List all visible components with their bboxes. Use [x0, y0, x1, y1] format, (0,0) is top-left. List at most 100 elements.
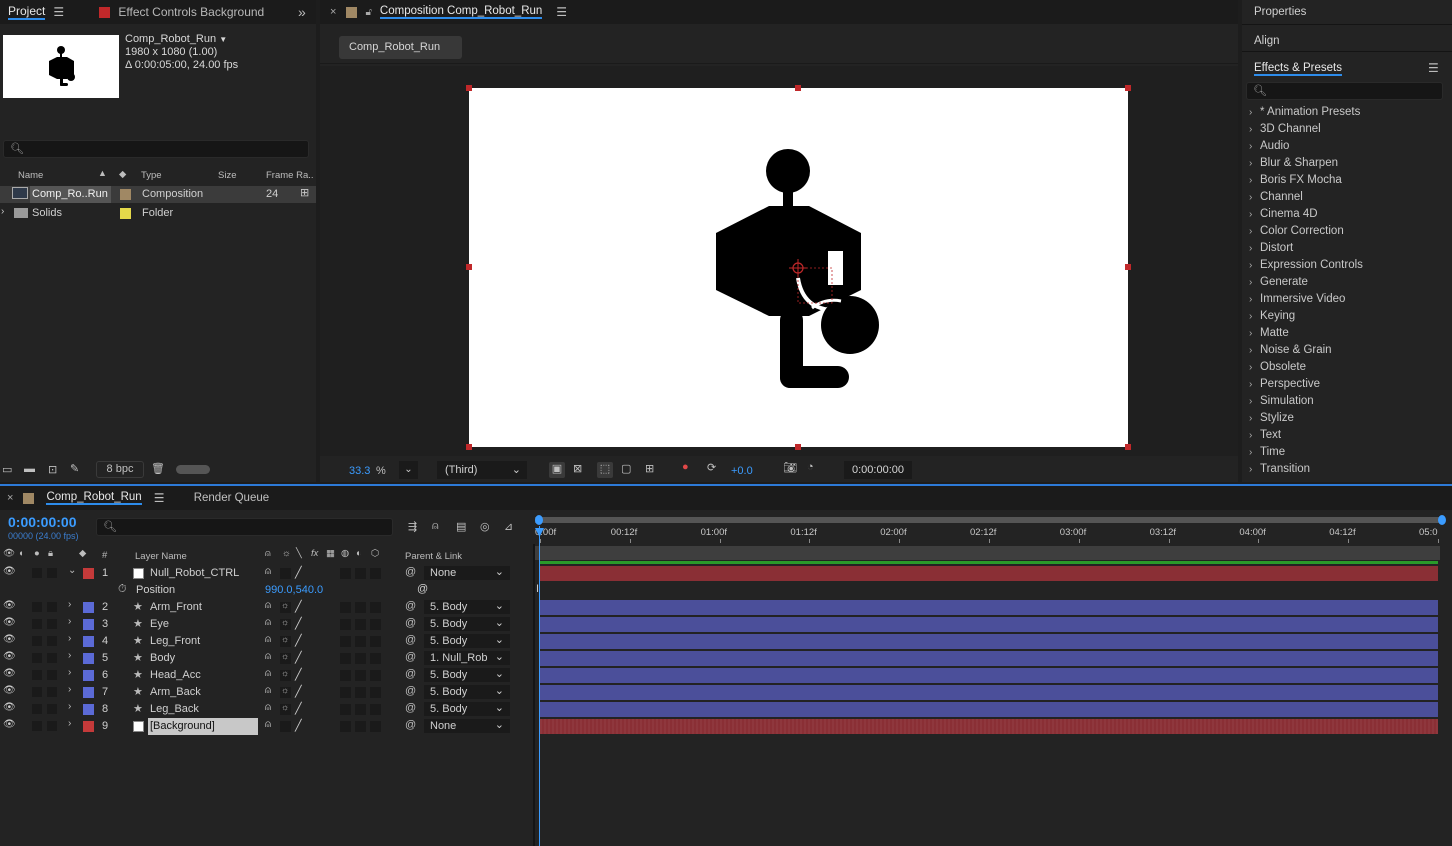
quality-switch-icon[interactable]: ╱ — [295, 634, 302, 647]
comp-viewer[interactable] — [320, 66, 1238, 456]
chevron-right-icon[interactable]: › — [68, 616, 71, 627]
layer-duration-bar[interactable] — [540, 668, 1438, 683]
motion-blur-switch[interactable] — [355, 636, 366, 647]
effects-category[interactable]: › Transition — [1246, 461, 1446, 478]
collapse-switch[interactable]: ☼ — [280, 702, 291, 715]
solo-box[interactable] — [32, 568, 42, 578]
shy-switch-icon[interactable]: ⍝ — [265, 600, 271, 611]
project-item-row[interactable]: Comp_Ro..Run Composition 24 ⊞ — [0, 186, 316, 203]
layer-label-swatch[interactable] — [83, 602, 94, 613]
motion-blur-switch[interactable] — [355, 687, 366, 698]
layer-duration-bar[interactable] — [540, 617, 1438, 632]
layer-row[interactable]: 👁︎ › 9 [Background] ⍝ ╱ @ None ⌄ — [0, 718, 533, 735]
new-folder-icon[interactable]: ▬ — [24, 463, 35, 475]
solo-box[interactable] — [32, 704, 42, 714]
collapse-switch[interactable]: ☼ — [280, 600, 291, 613]
quality-switch-icon[interactable]: ╱ — [295, 566, 302, 579]
quality-switch-icon[interactable]: ╱ — [295, 702, 302, 715]
effects-category[interactable]: › Noise & Grain — [1246, 342, 1446, 359]
parent-dropdown[interactable]: 1. Null_Rob ⌄ — [424, 651, 510, 665]
handle-top-right[interactable] — [1125, 85, 1131, 91]
3d-switch[interactable] — [370, 636, 381, 647]
chevron-right-icon[interactable]: › — [1249, 359, 1252, 376]
fx-icon[interactable]: fx — [311, 548, 318, 559]
video-eye-icon[interactable]: 👁︎ — [3, 548, 15, 559]
col-parent-link[interactable]: Parent & Link — [405, 551, 462, 562]
chevron-right-icon[interactable]: › — [1249, 461, 1252, 478]
align-section[interactable]: Align — [1242, 27, 1452, 52]
motion-blur-icon[interactable]: ◎ — [480, 520, 490, 533]
lock-box[interactable] — [47, 568, 57, 578]
current-time[interactable]: 0:00:00:00 — [8, 514, 77, 530]
visibility-eye-icon[interactable]: 👁︎ — [3, 617, 16, 628]
flowchart-icon[interactable]: ⊞ — [300, 186, 309, 199]
fx-switch[interactable] — [340, 670, 351, 681]
menu-icon[interactable]: ☰ — [556, 5, 567, 19]
chevron-right-icon[interactable]: › — [1249, 325, 1252, 342]
shy-switch-icon[interactable]: ⍝ — [265, 702, 271, 713]
snapshot-frame-icon[interactable]: ▢ — [621, 462, 631, 475]
graph-editor-icon[interactable]: ⊿ — [504, 520, 513, 533]
chevron-right-icon[interactable]: › — [68, 701, 71, 712]
shy-switch-icon[interactable]: ⍝ — [265, 668, 271, 679]
fx-switch[interactable] — [340, 687, 351, 698]
lock-icon[interactable]: 🔒︎ — [48, 548, 53, 559]
effects-category[interactable]: › Simulation — [1246, 393, 1446, 410]
shy-switch-icon[interactable]: ⍝ — [265, 634, 271, 645]
effects-search-input[interactable]: 🔍︎ — [1246, 82, 1443, 100]
show-snapshot-icon[interactable]: ◔ — [807, 461, 814, 473]
chevron-right-icon[interactable]: › — [1249, 393, 1252, 410]
timeline-divider[interactable] — [533, 544, 535, 846]
col-name[interactable]: Name — [18, 170, 43, 181]
motion-blur-switch[interactable] — [355, 619, 366, 630]
3d-switch[interactable] — [370, 602, 381, 613]
chevron-right-icon[interactable]: › — [68, 667, 71, 678]
comp-flowchart-icon[interactable]: ⇶ — [408, 520, 417, 533]
effects-category[interactable]: › Boris FX Mocha — [1246, 172, 1446, 189]
motion-blur-switch[interactable] — [355, 704, 366, 715]
handle-top-center[interactable] — [795, 85, 801, 91]
pickwhip-icon[interactable]: @ — [405, 634, 416, 646]
chevron-right-icon[interactable]: › — [1249, 291, 1252, 308]
pickwhip-icon[interactable]: @ — [405, 617, 416, 629]
visibility-eye-icon[interactable]: 👁︎ — [3, 668, 16, 679]
layer-duration-bar[interactable] — [540, 719, 1438, 734]
parent-dropdown[interactable]: 5. Body ⌄ — [424, 617, 510, 631]
quality-switch-icon[interactable]: ╱ — [295, 719, 302, 732]
layer-name[interactable]: Head_Acc — [148, 667, 258, 684]
audio-icon[interactable]: ◖ — [18, 548, 24, 559]
layer-row[interactable]: 👁︎ › 8 ★ Leg_Back ⍝ ☼ ╱ @5. Body ⌄ — [0, 701, 533, 718]
effects-presets-title[interactable]: Effects & Presets — [1254, 62, 1342, 76]
pickwhip-icon[interactable]: @ — [405, 702, 416, 714]
layer-duration-bar[interactable] — [540, 566, 1438, 581]
chevron-right-icon[interactable]: › — [68, 718, 71, 729]
shy-switch-icon[interactable]: ⍝ — [265, 617, 271, 628]
visibility-eye-icon[interactable]: 👁︎ — [3, 702, 16, 713]
chevron-down-icon[interactable]: ▼ — [219, 35, 227, 44]
3d-switch[interactable] — [370, 670, 381, 681]
motion-blur-col-icon[interactable]: ◍ — [341, 548, 349, 559]
channels-icon[interactable]: ● — [682, 461, 689, 473]
transparency-grid-icon[interactable]: ⊠ — [573, 462, 582, 475]
guides-icon[interactable]: ⊞ — [645, 462, 654, 475]
label-swatch[interactable] — [120, 189, 131, 200]
effects-category[interactable]: › Immersive Video — [1246, 291, 1446, 308]
chevron-right-icon[interactable]: › — [1249, 308, 1252, 325]
visibility-eye-icon[interactable]: 👁︎ — [3, 634, 16, 645]
handle-bottom-right[interactable] — [1125, 444, 1131, 450]
properties-section[interactable]: Properties — [1242, 0, 1452, 25]
solo-icon[interactable]: ● — [34, 548, 40, 559]
effects-category[interactable]: › Obsolete — [1246, 359, 1446, 376]
effects-category[interactable]: › Channel — [1246, 189, 1446, 206]
effects-category[interactable]: › Expression Controls — [1246, 257, 1446, 274]
3d-switch[interactable] — [370, 687, 381, 698]
visibility-eye-icon[interactable]: 👁︎ — [3, 719, 16, 730]
lock-box[interactable] — [47, 619, 57, 629]
project-search-input[interactable]: 🔍︎ — [3, 140, 309, 158]
parent-dropdown[interactable]: 5. Body ⌄ — [424, 600, 510, 614]
fx-switch[interactable] — [340, 602, 351, 613]
frame-blending-icon[interactable]: ▤ — [456, 520, 466, 533]
zoom-value[interactable]: 33.3 — [349, 465, 370, 477]
quality-icon[interactable]: ╲ — [296, 548, 302, 559]
quality-switch-icon[interactable]: ╱ — [295, 685, 302, 698]
